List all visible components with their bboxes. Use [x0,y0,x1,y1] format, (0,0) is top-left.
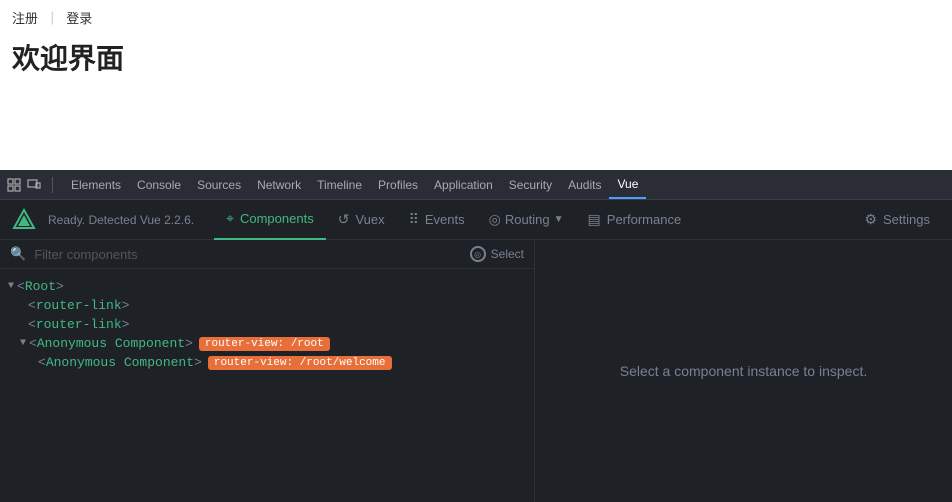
inspect-message: Select a component instance to inspect. [620,363,867,379]
tree-row[interactable]: ▼ <Anonymous Component> router-view: /ro… [0,334,534,353]
browser-tab-network[interactable]: Network [249,170,309,199]
tag-open: < [28,298,36,313]
vue-logo [10,206,38,234]
page-links: 注册 ｜ 登录 [12,8,940,27]
tag-close: > [122,317,130,332]
vue-status: Ready. Detected Vue 2.2.6. [48,213,194,227]
tag-open: < [17,279,25,294]
responsive-icon[interactable] [26,177,42,193]
tag-close: > [122,298,130,313]
devtools-panel: Elements Console Sources Network Timelin… [0,170,952,502]
select-button[interactable]: ◎ Select [470,246,524,262]
settings-icon: ⚙ [864,211,877,228]
browser-tab-application[interactable]: Application [426,170,501,199]
events-icon: ⠿ [409,211,419,228]
browser-tab-bar: Elements Console Sources Network Timelin… [0,170,952,200]
inspect-icon[interactable] [6,177,22,193]
login-link[interactable]: 登录 [66,11,92,26]
tag-name: router-link [36,317,122,332]
tab-routing-label: Routing [505,212,550,227]
tree-row[interactable]: <router-link> [0,315,534,334]
filter-bar: 🔍 ◎ Select [0,240,534,269]
browser-tab-timeline[interactable]: Timeline [309,170,370,199]
tab-events-label: Events [425,212,465,227]
page-area: 注册 ｜ 登录 欢迎界面 [0,0,952,170]
inspect-panel: Select a component instance to inspect. [535,240,952,502]
routing-dropdown-arrow: ▼ [554,214,564,225]
vue-toolbar: Ready. Detected Vue 2.2.6. ⌖ Components … [0,200,952,240]
routing-icon: ◎ [489,211,501,228]
tag-name: Root [25,279,56,294]
performance-icon: ▤ [588,211,601,228]
tree-row[interactable]: <router-link> [0,296,534,315]
tab-vuex-label: Vuex [355,212,384,227]
main-panel: 🔍 ◎ Select ▼ <Root> <router-lin [0,240,952,502]
component-tree: ▼ <Root> <router-link> <router-link> ▼ [0,269,534,380]
components-icon: ⌖ [226,210,234,227]
browser-tab-elements[interactable]: Elements [63,170,129,199]
tag-name: Anonymous Component [46,355,194,370]
browser-tab-audits[interactable]: Audits [560,170,609,199]
tree-panel: 🔍 ◎ Select ▼ <Root> <router-lin [0,240,535,502]
register-link[interactable]: 注册 [12,11,38,26]
select-target-icon: ◎ [470,246,486,262]
tag-close: > [56,279,64,294]
tab-settings[interactable]: ⚙ Settings [852,200,942,240]
tag-name: Anonymous Component [37,336,185,351]
browser-tab-security[interactable]: Security [501,170,560,199]
tab-components-label: Components [240,211,314,226]
tab-events[interactable]: ⠿ Events [397,200,477,240]
filter-input[interactable] [34,247,461,262]
vuex-icon: ↺ [338,211,350,228]
select-label: Select [491,247,524,261]
tab-routing[interactable]: ◎ Routing ▼ [477,200,576,240]
tab-components[interactable]: ⌖ Components [214,200,326,240]
tag-close: > [194,355,202,370]
tab-vuex[interactable]: ↺ Vuex [326,200,397,240]
filter-search-icon: 🔍 [10,246,26,262]
tag-close: > [185,336,193,351]
tag-name: router-link [36,298,122,313]
tab-settings-label: Settings [883,212,930,227]
tab-performance-label: Performance [607,212,681,227]
devtools-icons [6,177,53,193]
link-divider: ｜ [46,11,59,26]
browser-tab-console[interactable]: Console [129,170,189,199]
tree-row[interactable]: ▼ <Root> [0,277,534,296]
page-title: 欢迎界面 [12,37,940,77]
browser-tab-profiles[interactable]: Profiles [370,170,426,199]
tag-open: < [38,355,46,370]
tag-open: < [28,317,36,332]
tag-open: < [29,336,37,351]
route-badge: router-view: /root [199,337,330,351]
route-badge: router-view: /root/welcome [208,356,392,370]
browser-tab-sources[interactable]: Sources [189,170,249,199]
tree-row[interactable]: <Anonymous Component> router-view: /root… [0,353,534,372]
browser-tab-vue[interactable]: Vue [609,170,646,199]
tab-performance[interactable]: ▤ Performance [576,200,694,240]
tree-arrow[interactable]: ▼ [20,338,26,349]
tree-arrow[interactable]: ▼ [8,281,14,292]
